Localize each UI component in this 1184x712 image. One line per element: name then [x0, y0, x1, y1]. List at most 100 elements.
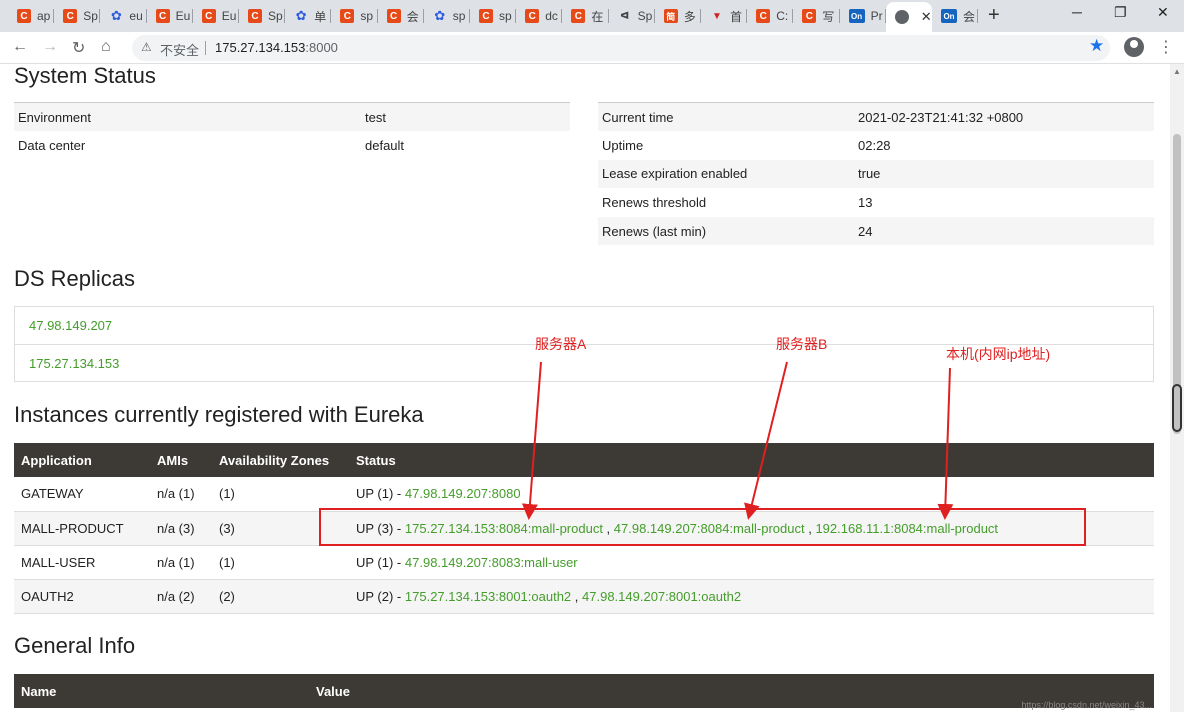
- close-window-button[interactable]: ✕: [1157, 4, 1169, 21]
- csdn-icon: C: [201, 9, 216, 23]
- minimize-button[interactable]: ─: [1072, 4, 1082, 20]
- tab-title: sp: [360, 9, 374, 23]
- browser-tab[interactable]: C Eu: [193, 4, 239, 28]
- status-cell: UP (2) - 175.27.134.153:8001:oauth2 , 47…: [349, 579, 1154, 615]
- vertical-scrollbar[interactable]: ▲: [1170, 64, 1184, 712]
- instance-link[interactable]: 47.98.149.207:8001:oauth2: [582, 589, 741, 604]
- browser-tab[interactable]: Csp: [331, 4, 378, 28]
- status-key: Data center: [18, 137, 86, 153]
- amis-count: n/a (1): [150, 477, 212, 512]
- warning-icon[interactable]: ⚠: [141, 40, 152, 54]
- page-content: System Status Environment test Data center…: [0, 64, 1170, 712]
- scrollbar-marker: [1172, 384, 1182, 432]
- home-icon[interactable]: ⌂: [101, 38, 111, 56]
- csdn-icon: C: [155, 9, 170, 23]
- csdn-icon: C: [525, 9, 540, 23]
- dog-icon: ᐊ: [620, 10, 630, 22]
- browser-tab[interactable]: ✕: [885, 2, 932, 32]
- close-tab-icon[interactable]: ✕: [921, 9, 932, 25]
- browser-tab[interactable]: On 会: [932, 4, 979, 28]
- browser-tab[interactable]: ✿ 单: [285, 4, 332, 28]
- general-info-title: General Info: [14, 633, 136, 658]
- tab-separator: [977, 9, 979, 23]
- status-value: true: [854, 159, 1154, 189]
- bookmark-star-icon[interactable]: ★: [1089, 36, 1104, 56]
- reload-icon[interactable]: ↻: [72, 38, 85, 58]
- globe-icon: [894, 10, 909, 24]
- table-row: OAUTH2 n/a (2) (2) UP (2) - 175.27.134.153:…: [14, 579, 1154, 615]
- ds-replicas-title: DS Replicas: [14, 266, 136, 291]
- security-label[interactable]: 不安全: [160, 40, 199, 59]
- system-status-left-table: Environment test Data center default: [14, 102, 570, 160]
- application-name: MALL-PRODUCT: [14, 511, 150, 546]
- status-row: Uptime 02:28: [598, 131, 1154, 160]
- tab-title: ap: [37, 9, 51, 23]
- instance-link[interactable]: 47.98.149.207:8080: [405, 486, 521, 501]
- baidu-paw-icon: ✿: [110, 8, 122, 23]
- cart-icon: ▼: [712, 10, 722, 22]
- status-key: Current time: [598, 102, 854, 132]
- csdn-icon: C: [17, 9, 31, 23]
- instance-link[interactable]: 47.98.149.207:8083:mall-user: [405, 555, 578, 570]
- application-name: GATEWAY: [14, 477, 150, 512]
- back-icon[interactable]: ←: [12, 38, 28, 56]
- browser-tab[interactable]: C Eu: [147, 4, 193, 28]
- baidu-paw-icon: ✿: [295, 8, 307, 23]
- browser-tab[interactable]: 简多: [655, 4, 701, 28]
- tab-title: Sp: [268, 9, 283, 23]
- column-header-name: Name: [14, 674, 309, 708]
- tab-title: 在: [591, 9, 604, 24]
- annotation-highlight-box: [319, 508, 1086, 546]
- forward-icon[interactable]: →: [42, 38, 58, 56]
- zones-count: (2): [212, 579, 349, 615]
- divider: [205, 41, 206, 55]
- browser-tab[interactable]: C C:: [747, 4, 794, 28]
- annotation-label-local: 本机(内网ip地址): [946, 346, 1051, 362]
- profile-avatar[interactable]: [1124, 37, 1144, 57]
- browser-toolbar: ← → ↻ ⌂ ⚠ 不安全 175.27.134.153:8000 ★ ⋮: [0, 32, 1184, 64]
- amis-count: n/a (1): [150, 545, 212, 581]
- onenote-icon: On: [848, 9, 865, 23]
- browser-tab[interactable]: C在: [562, 4, 609, 28]
- browser-tab[interactable]: C Sp: [54, 4, 101, 28]
- status-row: Environment test: [14, 102, 570, 132]
- browser-tab[interactable]: Cap: [8, 4, 55, 28]
- status-text: UP (1) -: [356, 486, 405, 502]
- table-header-row: Application AMIs Availability Zones Status: [14, 443, 1154, 477]
- browser-tab[interactable]: C Sp: [239, 4, 286, 28]
- tab-title: Sp: [83, 9, 98, 23]
- address-bar[interactable]: ⚠ 不安全 175.27.134.153:8000: [132, 35, 1110, 61]
- browser-tab[interactable]: C写: [793, 4, 840, 28]
- baidu-paw-icon: ✿: [434, 8, 446, 23]
- browser-tab[interactable]: On Pr: [840, 4, 886, 28]
- status-row: Lease expiration enabled true: [598, 159, 1154, 189]
- table-row: GATEWAY n/a (1) (1) UP (1) - 47.98.149.207:…: [14, 477, 1154, 512]
- browser-tab[interactable]: Cdc: [516, 4, 563, 28]
- maximize-button[interactable]: ❐: [1114, 4, 1127, 21]
- browser-tab[interactable]: ▼ 首: [701, 4, 748, 28]
- url-text[interactable]: 175.27.134.153:8000: [215, 40, 338, 55]
- browser-tab[interactable]: Csp: [470, 4, 517, 28]
- tab-title: 首: [730, 9, 743, 24]
- status-key: Environment: [14, 102, 361, 132]
- tab-title: 单: [314, 9, 327, 24]
- onenote-icon: On: [941, 9, 957, 23]
- tab-title: 会: [963, 9, 976, 24]
- scroll-up-icon[interactable]: ▲: [1173, 67, 1181, 76]
- status-row: Data center default: [14, 131, 570, 160]
- amis-count: n/a (3): [150, 511, 212, 546]
- browser-tab[interactable]: C会: [378, 4, 424, 28]
- csdn-icon: C: [340, 9, 355, 23]
- browser-tab[interactable]: ᐊ Sp: [609, 4, 655, 28]
- menu-icon[interactable]: ⋮: [1158, 37, 1174, 57]
- browser-tab[interactable]: ✿ eu: [100, 4, 147, 28]
- instance-link[interactable]: 175.27.134.153:8001:oauth2: [405, 589, 571, 604]
- new-tab-button[interactable]: +: [988, 5, 1000, 25]
- column-header: AMIs: [150, 443, 212, 477]
- tab-title: 会: [406, 9, 419, 24]
- browser-tab[interactable]: ✿ sp: [424, 4, 470, 28]
- status-value: 24: [854, 216, 1154, 246]
- status-row: Renews (last min) 24: [598, 216, 1154, 246]
- tab-title: sp: [499, 9, 512, 23]
- status-key: Renews threshold: [602, 195, 707, 211]
